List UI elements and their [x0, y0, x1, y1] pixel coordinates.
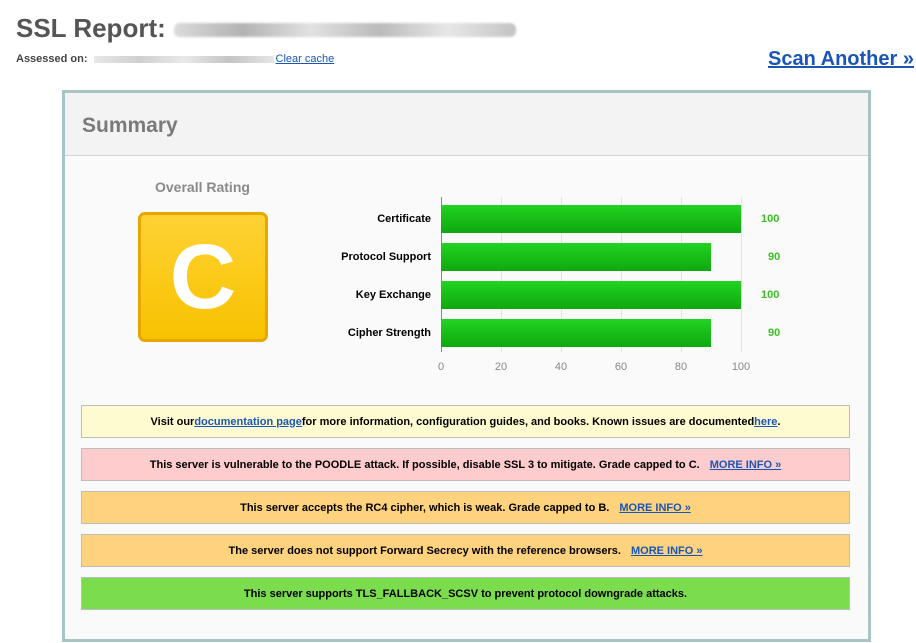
tick-label: 0 [437, 361, 445, 373]
overall-rating-label: Overall Rating [155, 179, 250, 195]
summary-panel: Summary Overall Rating C Visit our docum… [62, 90, 871, 642]
tick-label: 20 [494, 361, 508, 373]
fallback-scsv-notice: This server supports TLS_FALLBACK_SCSV t… [81, 577, 850, 610]
poodle-text: This server is vulnerable to the POODLE … [149, 458, 700, 471]
bar-category-label: Key Exchange [355, 289, 431, 301]
docs-text-3: . [777, 415, 781, 428]
score-bar [441, 281, 741, 309]
rc4-text: This server accepts the RC4 cipher, whic… [240, 501, 610, 514]
assessed-label: Assessed on: [16, 53, 88, 65]
summary-header: Summary [65, 93, 868, 156]
docs-text-1: Visit our [150, 415, 195, 428]
redacted-date [93, 55, 274, 63]
score-bar [441, 243, 711, 271]
forward-secrecy-warning: The server does not support Forward Secr… [81, 534, 850, 567]
poodle-warning: This server is vulnerable to the POODLE … [81, 448, 850, 481]
bar-value-label: 100 [761, 213, 780, 225]
docs-notice: Visit our documentation page for more in… [81, 405, 850, 438]
redacted-hostname [173, 23, 516, 38]
rc4-warning: This server accepts the RC4 cipher, whic… [81, 491, 850, 524]
summary-title: Summary [82, 114, 178, 137]
grade-letter: C [169, 226, 237, 328]
docs-text-2: for more information, configuration guid… [301, 415, 755, 428]
assessed-line: Assessed on: Clear cache [16, 53, 334, 65]
tick-label: 40 [554, 361, 568, 373]
page-title: SSL Report: [16, 13, 516, 44]
fallback-scsv-text: This server supports TLS_FALLBACK_SCSV t… [243, 587, 688, 600]
forward-secrecy-more-info-link[interactable]: MORE INFO » [631, 545, 703, 557]
known-issues-link[interactable]: here [754, 416, 777, 428]
forward-secrecy-text: The server does not support Forward Secr… [228, 544, 621, 557]
bar-value-label: 90 [768, 251, 781, 263]
gridline [741, 197, 742, 352]
tick-label: 100 [731, 361, 751, 373]
bar-value-label: 100 [761, 289, 780, 301]
documentation-page-link[interactable]: documentation page [194, 416, 302, 428]
poodle-more-info-link[interactable]: MORE INFO » [710, 459, 782, 471]
page-title-text: SSL Report: [16, 13, 166, 43]
score-bar [441, 319, 711, 347]
scan-another-link[interactable]: Scan Another » [768, 48, 914, 71]
rc4-more-info-link[interactable]: MORE INFO » [619, 502, 691, 514]
bar-value-label: 90 [768, 327, 781, 339]
score-bar [441, 205, 741, 233]
grade-badge: C [138, 212, 268, 342]
clear-cache-link[interactable]: Clear cache [276, 53, 335, 65]
bar-category-label: Certificate [377, 213, 431, 225]
tick-label: 60 [614, 361, 628, 373]
bar-category-label: Cipher Strength [347, 327, 431, 339]
tick-label: 80 [674, 361, 688, 373]
bar-category-label: Protocol Support [341, 251, 431, 263]
